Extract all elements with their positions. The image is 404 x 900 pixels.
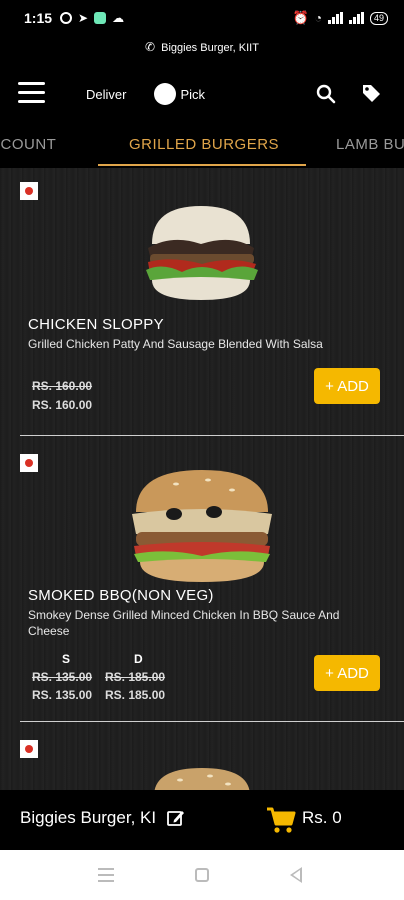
- tab-lamb-burgers[interactable]: LAMB BURGERS: [336, 136, 404, 153]
- store-location-text: Biggies Burger, KIIT: [161, 42, 259, 54]
- system-icons: ⏰ ◔ 49: [293, 10, 388, 26]
- product-card: CHICKEN SLOPPY Grilled Chicken Patty And…: [0, 168, 404, 436]
- store-location[interactable]: ✆ Biggies Burger, KIIT: [0, 40, 404, 54]
- current-price: RS. 135.00: [32, 688, 93, 702]
- selected-store[interactable]: Biggies Burger, KI: [20, 808, 156, 828]
- non-veg-icon: [20, 740, 38, 758]
- add-button[interactable]: + ADD: [314, 368, 380, 404]
- current-price: RS. 160.00: [32, 398, 93, 412]
- product-card: [0, 722, 404, 790]
- deliver-label[interactable]: Deliver: [86, 87, 126, 102]
- phone-icon: ✆: [145, 40, 156, 54]
- category-tabs: DISCOUNT GRILLED BURGERS LAMB BURGERS: [0, 124, 404, 168]
- edit-icon[interactable]: [166, 808, 186, 828]
- original-price: RS. 135.00: [32, 670, 93, 684]
- telegram-icon: ➤: [78, 11, 89, 25]
- search-icon[interactable]: [316, 84, 336, 104]
- cart-total[interactable]: Rs. 0: [302, 808, 342, 828]
- alarm-icon: ⏰: [292, 10, 309, 25]
- system-navigation-bar: [0, 850, 404, 900]
- tab-grilled-burgers[interactable]: GRILLED BURGERS: [129, 136, 279, 153]
- size-label: D: [134, 652, 143, 666]
- tab-discount[interactable]: DISCOUNT: [0, 136, 56, 153]
- product-list[interactable]: CHICKEN SLOPPY Grilled Chicken Patty And…: [0, 168, 404, 790]
- non-veg-icon: [20, 454, 38, 472]
- signal-icon-2: [348, 12, 364, 24]
- cart-icon[interactable]: [266, 806, 296, 834]
- app-notification-icon: [94, 12, 107, 24]
- recent-apps-icon[interactable]: [98, 868, 114, 882]
- wifi-icon: ◔: [314, 11, 322, 25]
- bottom-bar: Biggies Burger, KI Rs. 0: [0, 790, 404, 850]
- burger-image: [154, 768, 250, 790]
- product-card: SMOKED BBQ(NON VEG) Smokey Dense Grilled…: [0, 436, 404, 722]
- whatsapp-icon: [60, 12, 73, 24]
- product-description: Smokey Dense Grilled Minced Chicken In B…: [28, 608, 340, 638]
- app-header: Deliver Pick: [0, 66, 404, 122]
- product-name: CHICKEN SLOPPY: [28, 316, 164, 333]
- current-price: RS. 185.00: [105, 688, 166, 702]
- original-price: RS. 185.00: [105, 670, 166, 684]
- notification-icons: ➤ ☁: [60, 11, 124, 25]
- home-icon[interactable]: [195, 868, 209, 882]
- original-price: RS. 160.00: [32, 379, 93, 393]
- back-icon[interactable]: [290, 867, 302, 883]
- add-button[interactable]: + ADD: [314, 655, 380, 691]
- cloud-icon: ☁: [112, 11, 125, 25]
- product-description: Grilled Chicken Patty And Sausage Blende…: [28, 337, 323, 351]
- status-time: 1:15: [24, 10, 53, 26]
- pick-label[interactable]: Pick: [180, 87, 205, 102]
- signal-icon: [327, 12, 343, 24]
- menu-icon[interactable]: [18, 82, 45, 103]
- delivery-mode-toggle[interactable]: Deliver Pick: [86, 83, 205, 105]
- burger-image: [146, 206, 258, 300]
- status-bar: 1:15 ➤ ☁ ⏰ ◔ 49: [0, 0, 404, 36]
- burger-image: [132, 470, 272, 582]
- non-veg-icon: [20, 182, 38, 200]
- toggle-knob[interactable]: [154, 83, 177, 105]
- battery-icon: 49: [369, 11, 388, 25]
- product-name: SMOKED BBQ(NON VEG): [28, 587, 214, 604]
- active-tab-indicator: [98, 164, 306, 166]
- offers-tag-icon[interactable]: [360, 82, 382, 104]
- size-label: S: [62, 652, 71, 666]
